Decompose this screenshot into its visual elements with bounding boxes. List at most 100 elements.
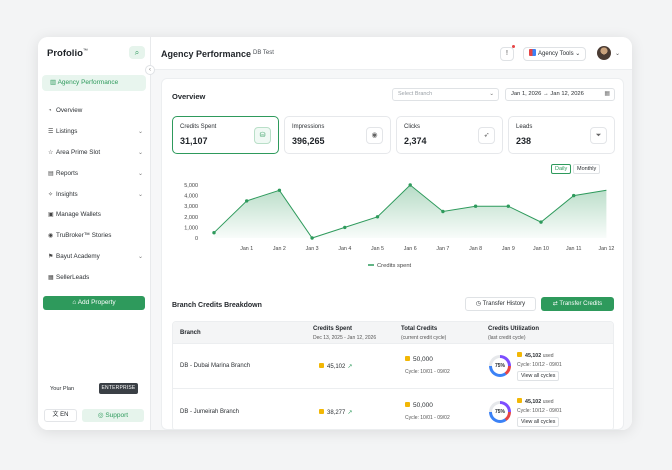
eye-icon: ◉ [366,127,383,144]
kpi-card-clicks[interactable]: Clicks 2,374 ➶ [396,116,503,154]
history-icon: ◷ [475,301,483,307]
x-tick-label: Jan 8 [469,246,482,252]
data-point[interactable] [310,236,314,240]
daily-toggle[interactable]: Daily [551,164,572,174]
chevron-down-icon: ⌄ [137,150,143,156]
credits-chart: 5,000 4,000 3,000 2,000 1,000 0 Jan 1 Jan 2 Jan … [184,183,614,269]
main-content: Overview Select Branch ⌄ Jan 1, 2026 → J… [151,70,632,430]
sidebar-item-bayut-academy[interactable]: ⚑ Bayut Academy ⌄ [48,251,143,263]
avatar[interactable] [597,46,611,60]
agency-tools-dropdown[interactable]: Agency Tools ⌄ [523,47,586,61]
view-all-cycles-button[interactable]: View all cycles [517,371,560,381]
kpi-card-impressions[interactable]: Impressions 396,265 ◉ [284,116,391,154]
sidebar-item-overview[interactable]: ◔ Overview [48,105,143,117]
cursor-icon: ➶ [478,127,495,144]
y-tick-label: 0 [195,236,198,242]
trend-icon: ↗ [347,410,353,416]
coin-icon [405,356,410,361]
sidebar-item-label: Insights [56,191,78,198]
x-tick-label: Jan 5 [371,246,384,252]
overview-title: Overview [172,92,206,101]
x-tick-label: Jan 2 [273,246,286,252]
chevron-down-icon: ⌄ [489,91,494,97]
chevron-down-icon[interactable]: ⌄ [615,50,620,57]
collapse-sidebar-icon[interactable]: ‹ [145,65,155,75]
translate-icon: 文 [52,412,61,418]
support-button[interactable]: ◎ Support [82,409,144,422]
leads-icon: ▦ [48,275,54,281]
kpi-value: 2,374 [404,136,427,146]
sidebar-item-label: Overview [56,107,83,114]
data-point[interactable] [441,209,445,214]
trend-icon: ↗ [347,364,353,370]
report-icon: ▤ [48,171,54,177]
x-tick-label: Jan 1 [240,246,253,252]
sidebar-item-listings[interactable]: ☰ Listings ⌄ [48,126,143,138]
data-point[interactable] [277,188,282,192]
data-point[interactable] [245,199,249,203]
col-utilization: Credits Utilization [488,326,540,332]
y-tick-label: 2,000 [184,215,198,221]
branch-select[interactable]: Select Branch ⌄ [392,88,499,101]
x-tick-label: Jan 12 [598,246,614,252]
sidebar-item-trubroker-stories[interactable]: ◉ TruBroker™ Stories [48,230,143,242]
sidebar-item-agency-performance[interactable]: ▥ Agency Performance [42,75,146,91]
sidebar-item-manage-wallets[interactable]: ▣ Manage Wallets [48,209,143,221]
y-tick-label: 5,000 [184,183,198,189]
language-button[interactable]: 文 EN [44,409,77,422]
kpi-card-leads[interactable]: Leads 238 ⏷ [508,116,615,154]
sidebar-item-insights[interactable]: ✧ Insights ⌄ [48,189,143,201]
used-text: 45,102 used [517,398,554,405]
branch-name: DB - Jumeirah Branch [180,409,240,415]
data-point[interactable] [408,183,412,187]
utilization-ring: 75% [489,401,511,423]
academy-icon: ⚑ [48,254,54,260]
page-title: Agency Performance [161,49,252,59]
data-point[interactable] [375,215,380,219]
funnel-icon: ⏷ [590,127,607,144]
sidebar-item-label: SellerLeads [56,274,90,281]
x-tick-label: Jan 11 [566,246,582,252]
col-utilization-sub: (last credit cycle) [488,335,526,341]
cycle-text: Cycle: 10/01 - 09/02 [405,415,450,421]
info-icon[interactable]: ! [500,47,514,61]
sidebar-item-area-prime-slot[interactable]: ☆ Area Prime Slot ⌄ [48,147,143,159]
data-point[interactable] [343,225,347,230]
sidebar-item-label: TruBroker™ Stories [56,232,112,239]
table-header: Branch Credits Spent Dec 13, 2025 - Jan … [173,322,613,344]
x-tick-label: Jan 3 [306,246,319,252]
data-point[interactable] [539,220,543,224]
plan-badge: ENTERPRISE [99,383,138,394]
search-icon[interactable]: ⌕ [129,46,145,59]
sidebar: Profolio™ ⌕ ‹ ▥ Agency Performance ◔ Over… [38,37,155,430]
table-row: DB - Jumeirah Branch 38,277 ↗ 50,000 Cycle: … [173,390,613,430]
notification-dot [512,45,515,48]
kpi-card-credits-spent[interactable]: Credits Spent 31,107 ⛁ [172,116,279,154]
kpi-value: 31,107 [180,136,208,146]
sidebar-item-sellerleads[interactable]: ▦ SellerLeads [48,272,143,284]
col-credits-spent: Credits Spent [313,326,353,332]
add-property-button[interactable]: ⌂ Add Property [43,296,145,310]
apps-icon [529,49,536,56]
overview-card: Overview Select Branch ⌄ Jan 1, 2026 → J… [161,78,624,430]
data-point[interactable] [212,231,216,235]
transfer-history-button[interactable]: ◷ Transfer History [465,297,536,311]
data-point[interactable] [506,204,510,208]
sidebar-item-reports[interactable]: ▤ Reports ⌄ [48,168,143,180]
table-row: DB - Dubai Marina Branch 45,102 ↗ 50,000 Cyc… [173,344,613,389]
monthly-toggle[interactable]: Monthly [573,164,601,174]
list-icon: ☰ [48,129,54,135]
credits-spent-cell: 38,277 ↗ [319,409,352,416]
coin-icon [517,352,522,357]
data-point[interactable] [572,193,576,198]
kpi-value: 396,265 [292,136,325,146]
sidebar-item-label: Reports [56,170,79,177]
cycle-text: Cycle: 10/01 - 09/02 [405,369,450,375]
transfer-credits-button[interactable]: ⇄ Transfer Credits [541,297,614,311]
date-range-picker[interactable]: Jan 1, 2026 → Jan 12, 2026 ▦ [505,88,615,101]
total-credits-cell: 50,000 [405,356,433,363]
kpi-value: 238 [516,136,532,146]
data-point[interactable] [473,204,478,208]
logo: Profolio™ [47,48,88,60]
view-all-cycles-button[interactable]: View all cycles [517,417,560,427]
